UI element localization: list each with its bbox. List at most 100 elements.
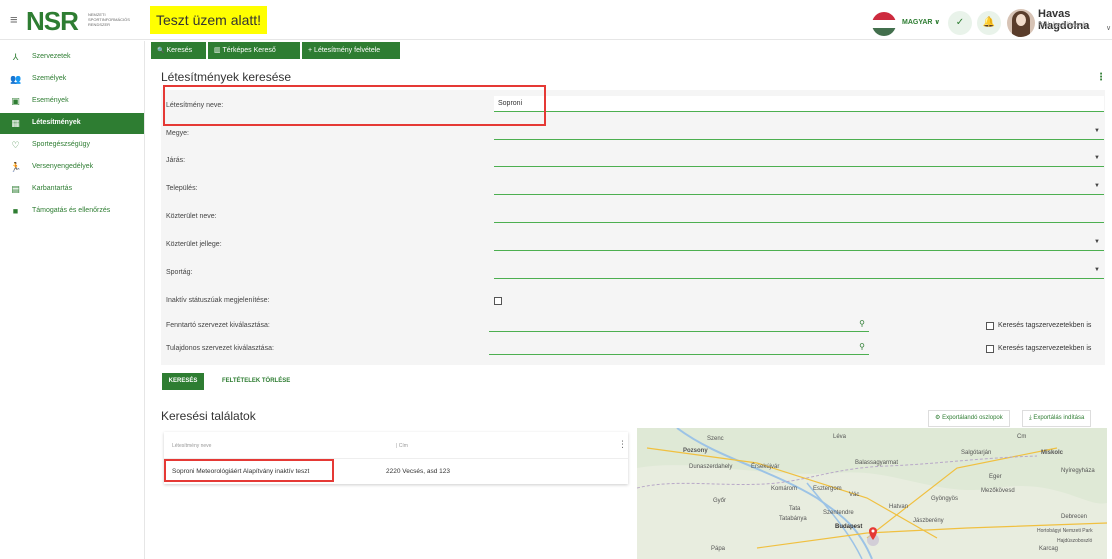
sidebar-item-organizations[interactable]: ⅄ Szervezetek (0, 47, 144, 68)
owner-member-checkbox[interactable] (986, 345, 994, 353)
sport-select[interactable]: ▼ (494, 263, 1104, 279)
street-type-select[interactable]: ▼ (494, 235, 1104, 251)
map-label: Tata (789, 506, 801, 512)
county-select[interactable]: ▼ (494, 124, 1104, 140)
address-cell: 2220 Vecsés, asd 123 (386, 468, 450, 475)
more-vertical-icon[interactable]: ⋮ (618, 439, 627, 450)
language-selector[interactable]: MAGYAR ∨ (902, 18, 940, 26)
facility-name-input[interactable]: Soproni (494, 96, 1104, 112)
tab-label: Létesítmény felvétele (314, 47, 381, 54)
district-select[interactable]: ▼ (494, 151, 1104, 167)
tab-add-facility[interactable]: + Létesítmény felvétele (302, 42, 400, 59)
county-label: Megye: (166, 130, 189, 137)
settlement-select[interactable]: ▼ (494, 179, 1104, 195)
map-label: Vác (849, 492, 860, 498)
district-label: Járás: (166, 157, 186, 164)
highlight-box (163, 85, 546, 126)
map-label: Cm (1017, 434, 1027, 440)
sidebar: ⅄ Szervezetek 👥 Személyek ▣ Események ▦ … (0, 41, 145, 559)
tab-label: Keresés (166, 47, 193, 54)
maintainer-member-checkbox[interactable] (986, 322, 994, 330)
map-label: Hajdúszoboszló (1057, 538, 1093, 544)
map-label: Hortobágyi Nemzeti Park (1037, 528, 1093, 534)
people-icon: 👥 (10, 74, 22, 84)
gear-icon: ⚙ (935, 415, 941, 421)
building-icon: ▦ (11, 118, 20, 128)
sidebar-item-label: Létesítmények (32, 119, 81, 126)
owner-search-input[interactable]: ⚲ (489, 341, 869, 355)
download-icon: ⤓ (1029, 415, 1032, 421)
map-label: Jászberény (913, 518, 944, 524)
dropdown-arrow-icon: ▼ (1094, 155, 1100, 161)
inactive-label: Inaktív státuszúak megjelenítése: (166, 297, 270, 304)
more-vertical-icon[interactable]: ⋮ (1096, 72, 1106, 83)
sidebar-item-events[interactable]: ▣ Események (0, 91, 144, 112)
search-icon[interactable]: ⚲ (859, 342, 865, 351)
sidebar-item-people[interactable]: 👥 Személyek (0, 69, 144, 90)
map-label: Budapest (835, 524, 863, 530)
street-name-label: Közterület neve: (166, 213, 217, 220)
search-icon: 🔍 (157, 48, 165, 54)
results-map[interactable]: Szenc Léva Pozsony Salgótarján Miskolc D… (637, 428, 1107, 559)
street-name-input[interactable] (494, 207, 1104, 223)
clear-filters-button[interactable]: FELTÉTELEK TÖRLÉSE (222, 378, 290, 384)
maintainer-label: Fenntartó szervezet kiválasztása: (166, 322, 270, 329)
page-title: Létesítmények keresése (161, 70, 292, 84)
export-columns-label: Exportálandó oszlopok (942, 415, 1003, 421)
maintainer-search-input[interactable]: ⚲ (489, 318, 869, 332)
account-settings-link[interactable]: Fiók beállítások (1038, 22, 1087, 29)
sidebar-item-label: Támogatás és ellenőrzés (32, 207, 111, 214)
chevron-down-icon[interactable]: ∨ (1106, 24, 1111, 32)
sidebar-item-competition-licenses[interactable]: 🏃 Versenyengedélyek (0, 157, 144, 178)
column-header-name[interactable]: Létesítmény neve (172, 443, 211, 449)
map-label: Karcag (1039, 546, 1059, 552)
sport-label: Sportág: (166, 269, 193, 276)
search-button[interactable]: KERESÉS (162, 373, 204, 390)
export-columns-button[interactable]: ⚙ Exportálandó oszlopok (928, 410, 1010, 427)
sidebar-item-label: Sportegészségügy (32, 141, 90, 148)
runner-icon: 🏃 (10, 162, 22, 172)
bell-icon[interactable]: 🔔 (977, 11, 1001, 35)
sidebar-item-label: Szervezetek (32, 53, 71, 60)
map-label: Léva (833, 434, 847, 440)
map-label: Salgótarján (961, 450, 992, 456)
tab-search[interactable]: 🔍 Keresés (151, 42, 206, 59)
export-start-button[interactable]: ⤓ Exportálás indítása (1022, 410, 1092, 427)
map-label: Debrecen (1061, 514, 1088, 520)
map-label: Tatabánya (779, 516, 807, 522)
calendar-icon: ▣ (11, 96, 20, 106)
sidebar-item-label: Események (32, 97, 69, 104)
sidebar-item-label: Versenyengedélyek (32, 163, 94, 170)
map-label: Pozsony (683, 448, 708, 454)
sidebar-item-facilities[interactable]: ▦ Létesítmények (0, 113, 144, 134)
column-header-address[interactable]: | Cím (396, 443, 408, 449)
tab-map-search[interactable]: ▥ Térképes Kereső (208, 42, 300, 59)
menu-icon[interactable]: ≡ (10, 12, 18, 27)
dropdown-arrow-icon: ▼ (1094, 267, 1100, 273)
sidebar-item-sports-health[interactable]: ♡ Sportegészségügy (0, 135, 144, 156)
test-mode-banner: Teszt üzem alatt! (150, 6, 268, 34)
map-icon: ▥ (214, 47, 221, 54)
map-label: Balassagyarmat (855, 460, 899, 466)
map-label: Győr (713, 498, 727, 504)
results-title: Keresési találatok (161, 409, 256, 423)
heart-icon: ♡ (11, 140, 20, 150)
sidebar-item-maintenance[interactable]: ▤ Karbantartás (0, 179, 144, 200)
map-label: Esztergom (813, 486, 842, 492)
hungarian-flag-icon[interactable] (872, 12, 896, 36)
avatar[interactable] (1007, 9, 1035, 37)
sidebar-item-label: Személyek (32, 75, 67, 82)
dropdown-arrow-icon: ▼ (1094, 183, 1100, 189)
plus-icon: + (308, 47, 313, 54)
dropdown-arrow-icon: ▼ (1094, 239, 1100, 245)
top-bar: ≡ NSR Nemzeti Sportinformációs Rendszer … (0, 0, 1112, 40)
map-label: Hatvan (889, 504, 909, 510)
map-label: Komárom (771, 486, 798, 492)
sidebar-item-support-control[interactable]: ■ Támogatás és ellenőrzés (0, 201, 144, 222)
logo[interactable]: NSR (26, 6, 79, 37)
map-label: Nyíregyháza (1061, 468, 1095, 474)
settlement-label: Település: (166, 185, 198, 192)
search-icon[interactable]: ⚲ (859, 319, 865, 328)
inactive-checkbox[interactable] (494, 297, 502, 305)
check-icon[interactable]: ✓ (948, 11, 972, 35)
